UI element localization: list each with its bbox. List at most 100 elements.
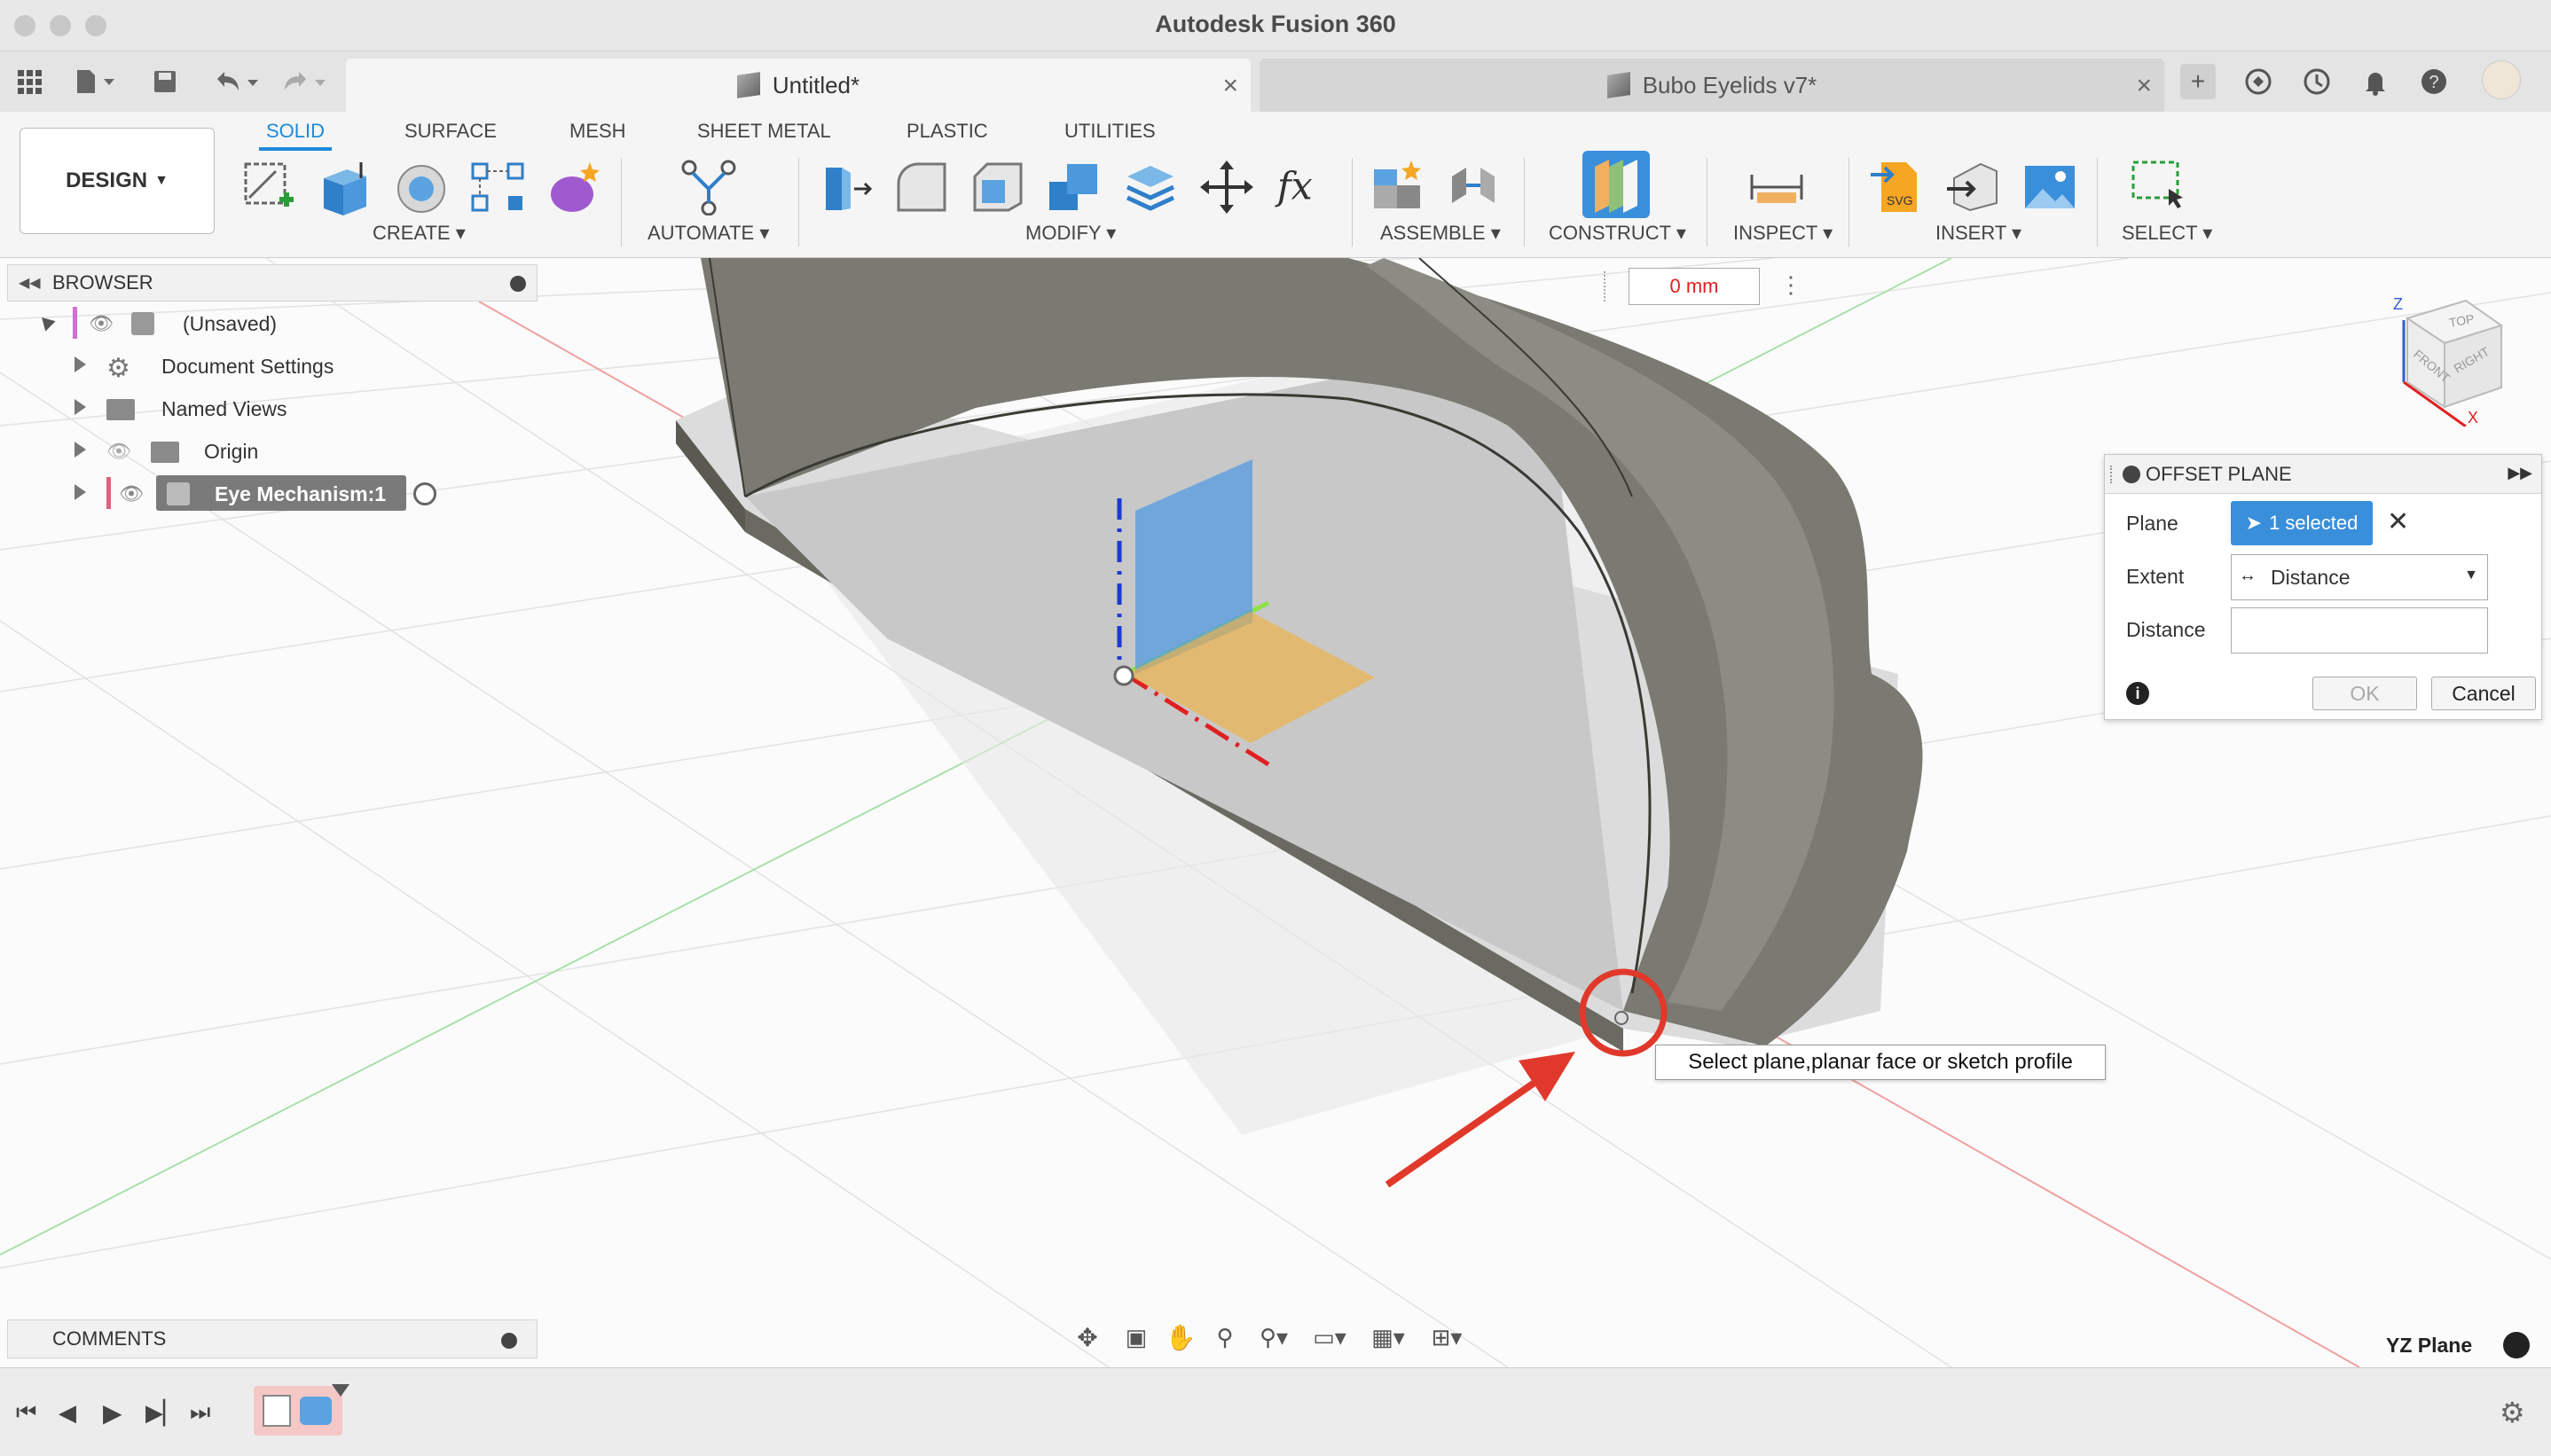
browser-item-root[interactable]: 👁 (Unsaved): [7, 301, 538, 344]
timeline-sketch-icon[interactable]: [263, 1395, 291, 1427]
view-cube[interactable]: TOP FRONT RIGHT Z X: [2386, 294, 2519, 428]
offset-plane-icon[interactable]: [1582, 151, 1650, 218]
add-comment-icon[interactable]: [501, 1333, 517, 1349]
timeline-play-icon[interactable]: ▶: [103, 1395, 122, 1430]
assemble-menu[interactable]: ASSEMBLE ▾: [1380, 222, 1501, 245]
timeline-next-icon[interactable]: ▶▏: [145, 1395, 181, 1430]
orbit-icon[interactable]: ✥: [1061, 1323, 1114, 1352]
more-options-icon[interactable]: ⋮: [1779, 271, 1802, 299]
display-settings-icon[interactable]: ▭▾: [1300, 1324, 1359, 1351]
job-status-icon[interactable]: [2299, 66, 2335, 98]
browser-item-eye-mechanism[interactable]: 👁 Eye Mechanism:1: [7, 472, 538, 514]
eye-visible-icon[interactable]: 👁: [119, 482, 144, 505]
activate-radio-icon[interactable]: [413, 482, 436, 505]
browser-item-named-views[interactable]: Named Views: [7, 387, 538, 429]
expand-triangle-icon[interactable]: [75, 484, 86, 500]
fillet-icon[interactable]: [892, 158, 951, 216]
revolve-icon[interactable]: [392, 158, 451, 216]
save-icon[interactable]: [149, 66, 181, 98]
timeline-previous-icon[interactable]: ◀: [59, 1395, 76, 1430]
pattern-icon[interactable]: [468, 158, 527, 216]
select-box-icon[interactable]: [2129, 158, 2187, 216]
pin-panel-icon[interactable]: [510, 276, 526, 292]
ok-button[interactable]: OK: [2312, 677, 2417, 710]
comments-panel[interactable]: COMMENTS: [7, 1319, 538, 1358]
file-menu-icon[interactable]: [69, 66, 122, 98]
clear-selection-icon[interactable]: ✕: [2387, 506, 2409, 537]
timeline-first-icon[interactable]: ⏮: [16, 1395, 36, 1430]
timeline-marker[interactable]: [332, 1384, 349, 1397]
timeline-last-icon[interactable]: ⏭: [190, 1395, 210, 1430]
help-icon[interactable]: ?: [2416, 66, 2452, 98]
parameters-fx-icon[interactable]: fx: [1274, 158, 1332, 216]
app-grid-icon[interactable]: [14, 66, 44, 98]
user-avatar[interactable]: [2482, 60, 2521, 99]
joint-icon[interactable]: [1444, 158, 1503, 216]
tab-utilities[interactable]: UTILITIES: [1057, 115, 1163, 151]
collapse-triangle-icon[interactable]: [36, 312, 56, 332]
collapse-dialog-icon[interactable]: [2123, 466, 2140, 483]
move-copy-icon[interactable]: [1197, 158, 1256, 216]
tab-solid[interactable]: SOLID: [259, 115, 333, 151]
dimension-grip[interactable]: [1604, 271, 1621, 301]
drag-handle[interactable]: [2110, 466, 2114, 483]
extrude-icon[interactable]: [316, 158, 374, 216]
measure-icon[interactable]: [1747, 158, 1806, 216]
create-menu[interactable]: CREATE ▾: [373, 222, 466, 245]
eye-visible-icon[interactable]: 👁: [89, 312, 114, 335]
extensions-icon[interactable]: [2241, 66, 2276, 98]
expand-triangle-icon[interactable]: [75, 356, 86, 372]
undo-icon[interactable]: [209, 66, 263, 98]
tab-bubo-eyelids[interactable]: Bubo Eyelids v7* ×: [1260, 59, 2164, 112]
modify-menu[interactable]: MODIFY ▾: [1025, 222, 1116, 245]
info-icon[interactable]: i: [2126, 682, 2149, 705]
insert-menu[interactable]: INSERT ▾: [1935, 222, 2021, 245]
browser-item-document-settings[interactable]: ⚙ Document Settings: [7, 344, 538, 387]
redo-icon[interactable]: [277, 66, 330, 98]
fit-zoom-icon[interactable]: ⚲▾: [1247, 1324, 1300, 1351]
automate-icon[interactable]: [679, 158, 738, 216]
timeline-settings-gear-icon[interactable]: ⚙: [2500, 1395, 2525, 1430]
zoom-icon[interactable]: ⚲: [1203, 1324, 1247, 1351]
plane-selection-button[interactable]: ➤ 1 selected: [2231, 501, 2373, 545]
expand-triangle-icon[interactable]: [75, 442, 86, 458]
grid-settings-icon[interactable]: ▦▾: [1359, 1324, 1417, 1351]
sketch-orientation-icon[interactable]: [2503, 1332, 2530, 1358]
create-form-icon[interactable]: [545, 158, 603, 216]
look-at-icon[interactable]: ▣: [1114, 1324, 1158, 1351]
construct-menu[interactable]: CONSTRUCT ▾: [1549, 222, 1686, 245]
shell-icon[interactable]: [969, 158, 1027, 216]
new-component-icon[interactable]: [1368, 158, 1426, 216]
create-sketch-icon[interactable]: [239, 158, 298, 216]
browser-item-origin[interactable]: 👁 Origin: [7, 429, 538, 472]
workspace-switcher-button[interactable]: DESIGN ▼: [20, 128, 215, 234]
inspect-menu[interactable]: INSPECT ▾: [1733, 222, 1833, 245]
canvas-image-icon[interactable]: [2021, 158, 2079, 216]
new-tab-icon[interactable]: +: [2180, 64, 2216, 99]
combine-icon[interactable]: [1045, 158, 1103, 216]
cancel-button[interactable]: Cancel: [2431, 677, 2536, 710]
tab-plastic[interactable]: PLASTIC: [899, 115, 995, 151]
tab-sheet-metal[interactable]: SHEET METAL: [690, 115, 838, 151]
close-tab-icon[interactable]: ×: [1222, 71, 1238, 101]
viewports-icon[interactable]: ⊞▾: [1417, 1324, 1476, 1351]
timeline-feature-icon[interactable]: [300, 1397, 332, 1425]
tab-surface[interactable]: SURFACE: [397, 115, 504, 151]
pan-hand-icon[interactable]: ✋: [1158, 1323, 1203, 1352]
close-tab-icon[interactable]: ×: [2136, 71, 2152, 101]
eye-hidden-icon[interactable]: 👁: [106, 440, 131, 463]
insert-svg-icon[interactable]: SVG: [1868, 158, 1927, 216]
extent-dropdown[interactable]: ↔ Distance ▼: [2231, 554, 2488, 600]
automate-menu[interactable]: AUTOMATE ▾: [648, 222, 769, 245]
select-menu[interactable]: SELECT ▾: [2122, 222, 2212, 245]
tab-mesh[interactable]: MESH: [562, 115, 633, 151]
dimension-input[interactable]: 0 mm: [1629, 268, 1760, 305]
tab-untitled[interactable]: Untitled* ×: [346, 59, 1251, 112]
insert-mesh-icon[interactable]: [1944, 158, 2003, 216]
expand-dialog-icon[interactable]: ▶▶: [2508, 464, 2532, 482]
notifications-bell-icon[interactable]: [2358, 66, 2393, 98]
press-pull-icon[interactable]: [816, 158, 875, 216]
offset-face-icon[interactable]: [1121, 158, 1180, 216]
expand-triangle-icon[interactable]: [75, 399, 86, 415]
collapse-panel-icon[interactable]: ◀◀: [19, 274, 41, 292]
